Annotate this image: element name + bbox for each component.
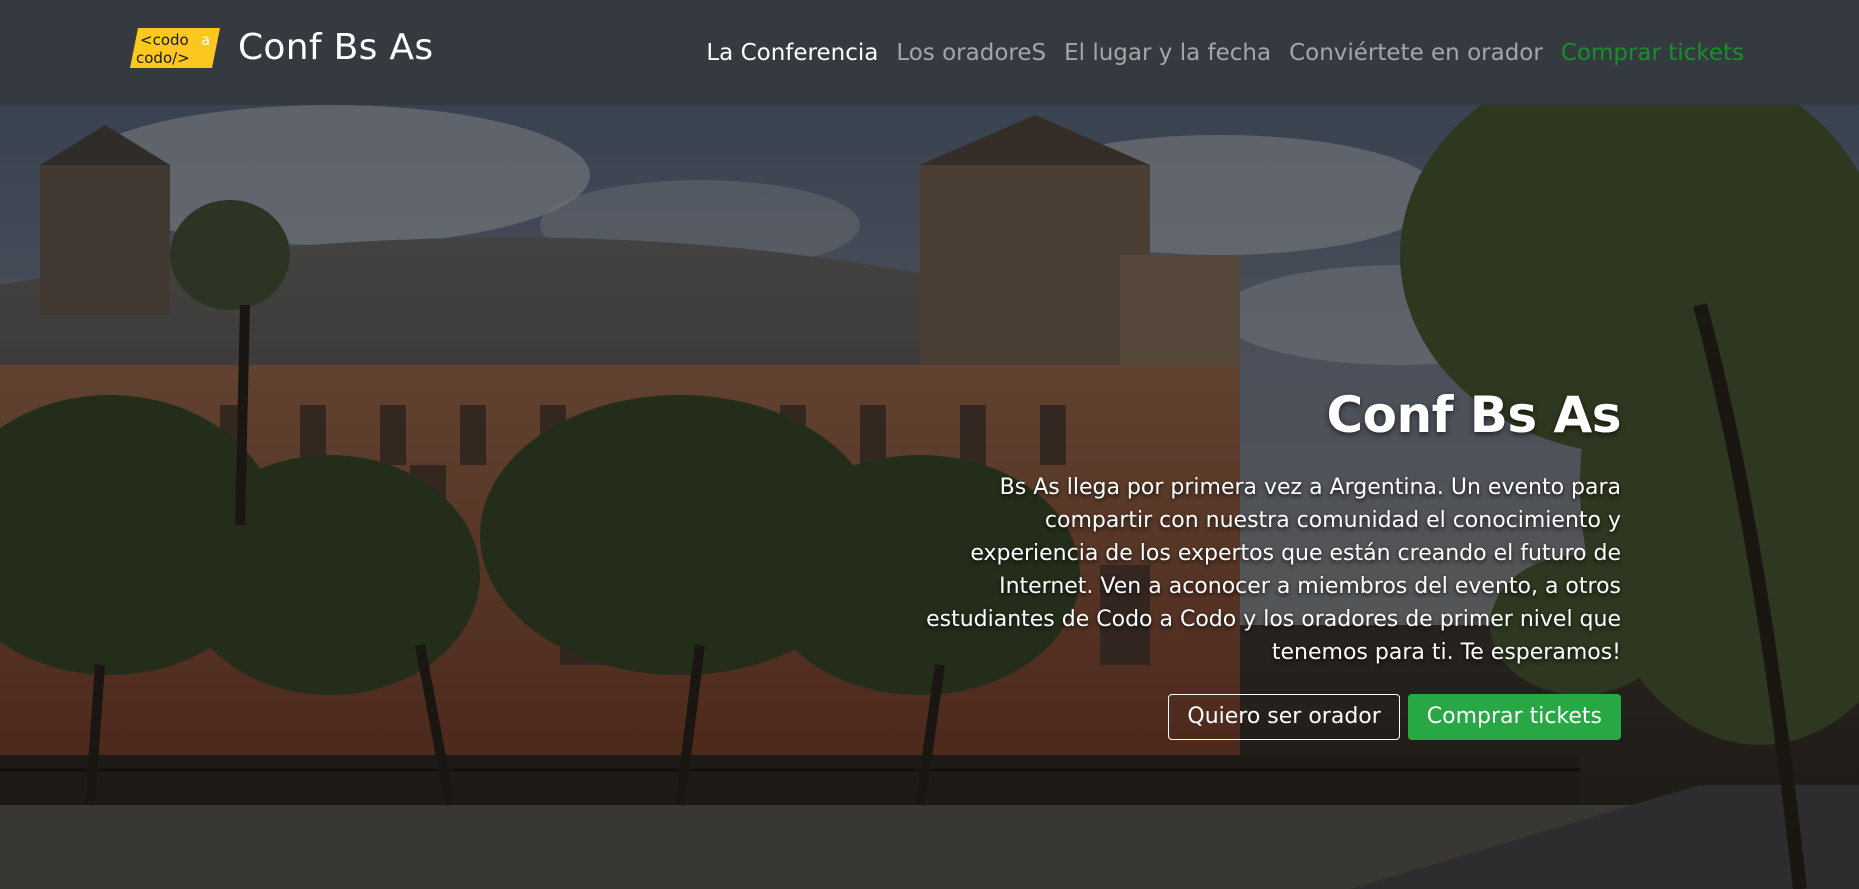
hero-content: Conf Bs As Bs As llega por primera vez a… <box>921 385 1622 740</box>
nav-link-convertete-orador[interactable]: Conviértete en orador <box>1289 40 1543 66</box>
logo-text-suffix: a <box>201 31 210 49</box>
nav-link-lugar-fecha[interactable]: El lugar y la fecha <box>1064 40 1271 66</box>
brand-name[interactable]: Conf Bs As <box>238 26 433 70</box>
main-nav: La Conferencia Los oradoreS El lugar y l… <box>706 0 1744 105</box>
hero-section: Conf Bs As Bs As llega por primera vez a… <box>0 105 1859 889</box>
comprar-tickets-button[interactable]: Comprar tickets <box>1407 694 1621 740</box>
nav-link-la-conferencia[interactable]: La Conferencia <box>706 40 878 66</box>
hero-buttons: Quiero ser orador Comprar tickets <box>921 694 1621 740</box>
logo-text-line2: codo/> <box>136 49 190 67</box>
nav-link-comprar-tickets[interactable]: Comprar tickets <box>1561 40 1744 66</box>
brand[interactable]: <codo a codo/> Conf Bs As <box>130 26 433 70</box>
codo-a-codo-logo[interactable]: <codo a codo/> <box>130 26 220 70</box>
hero-description: Bs As llega por primera vez a Argentina.… <box>926 475 1621 665</box>
navbar: <codo a codo/> Conf Bs As La Conferencia… <box>0 0 1859 105</box>
hero-title: Conf Bs As <box>1326 386 1621 444</box>
nav-link-los-oradores[interactable]: Los oradoreS <box>896 40 1046 66</box>
logo-text-line1: <codo <box>140 31 189 49</box>
quiero-ser-orador-button[interactable]: Quiero ser orador <box>1168 694 1400 740</box>
